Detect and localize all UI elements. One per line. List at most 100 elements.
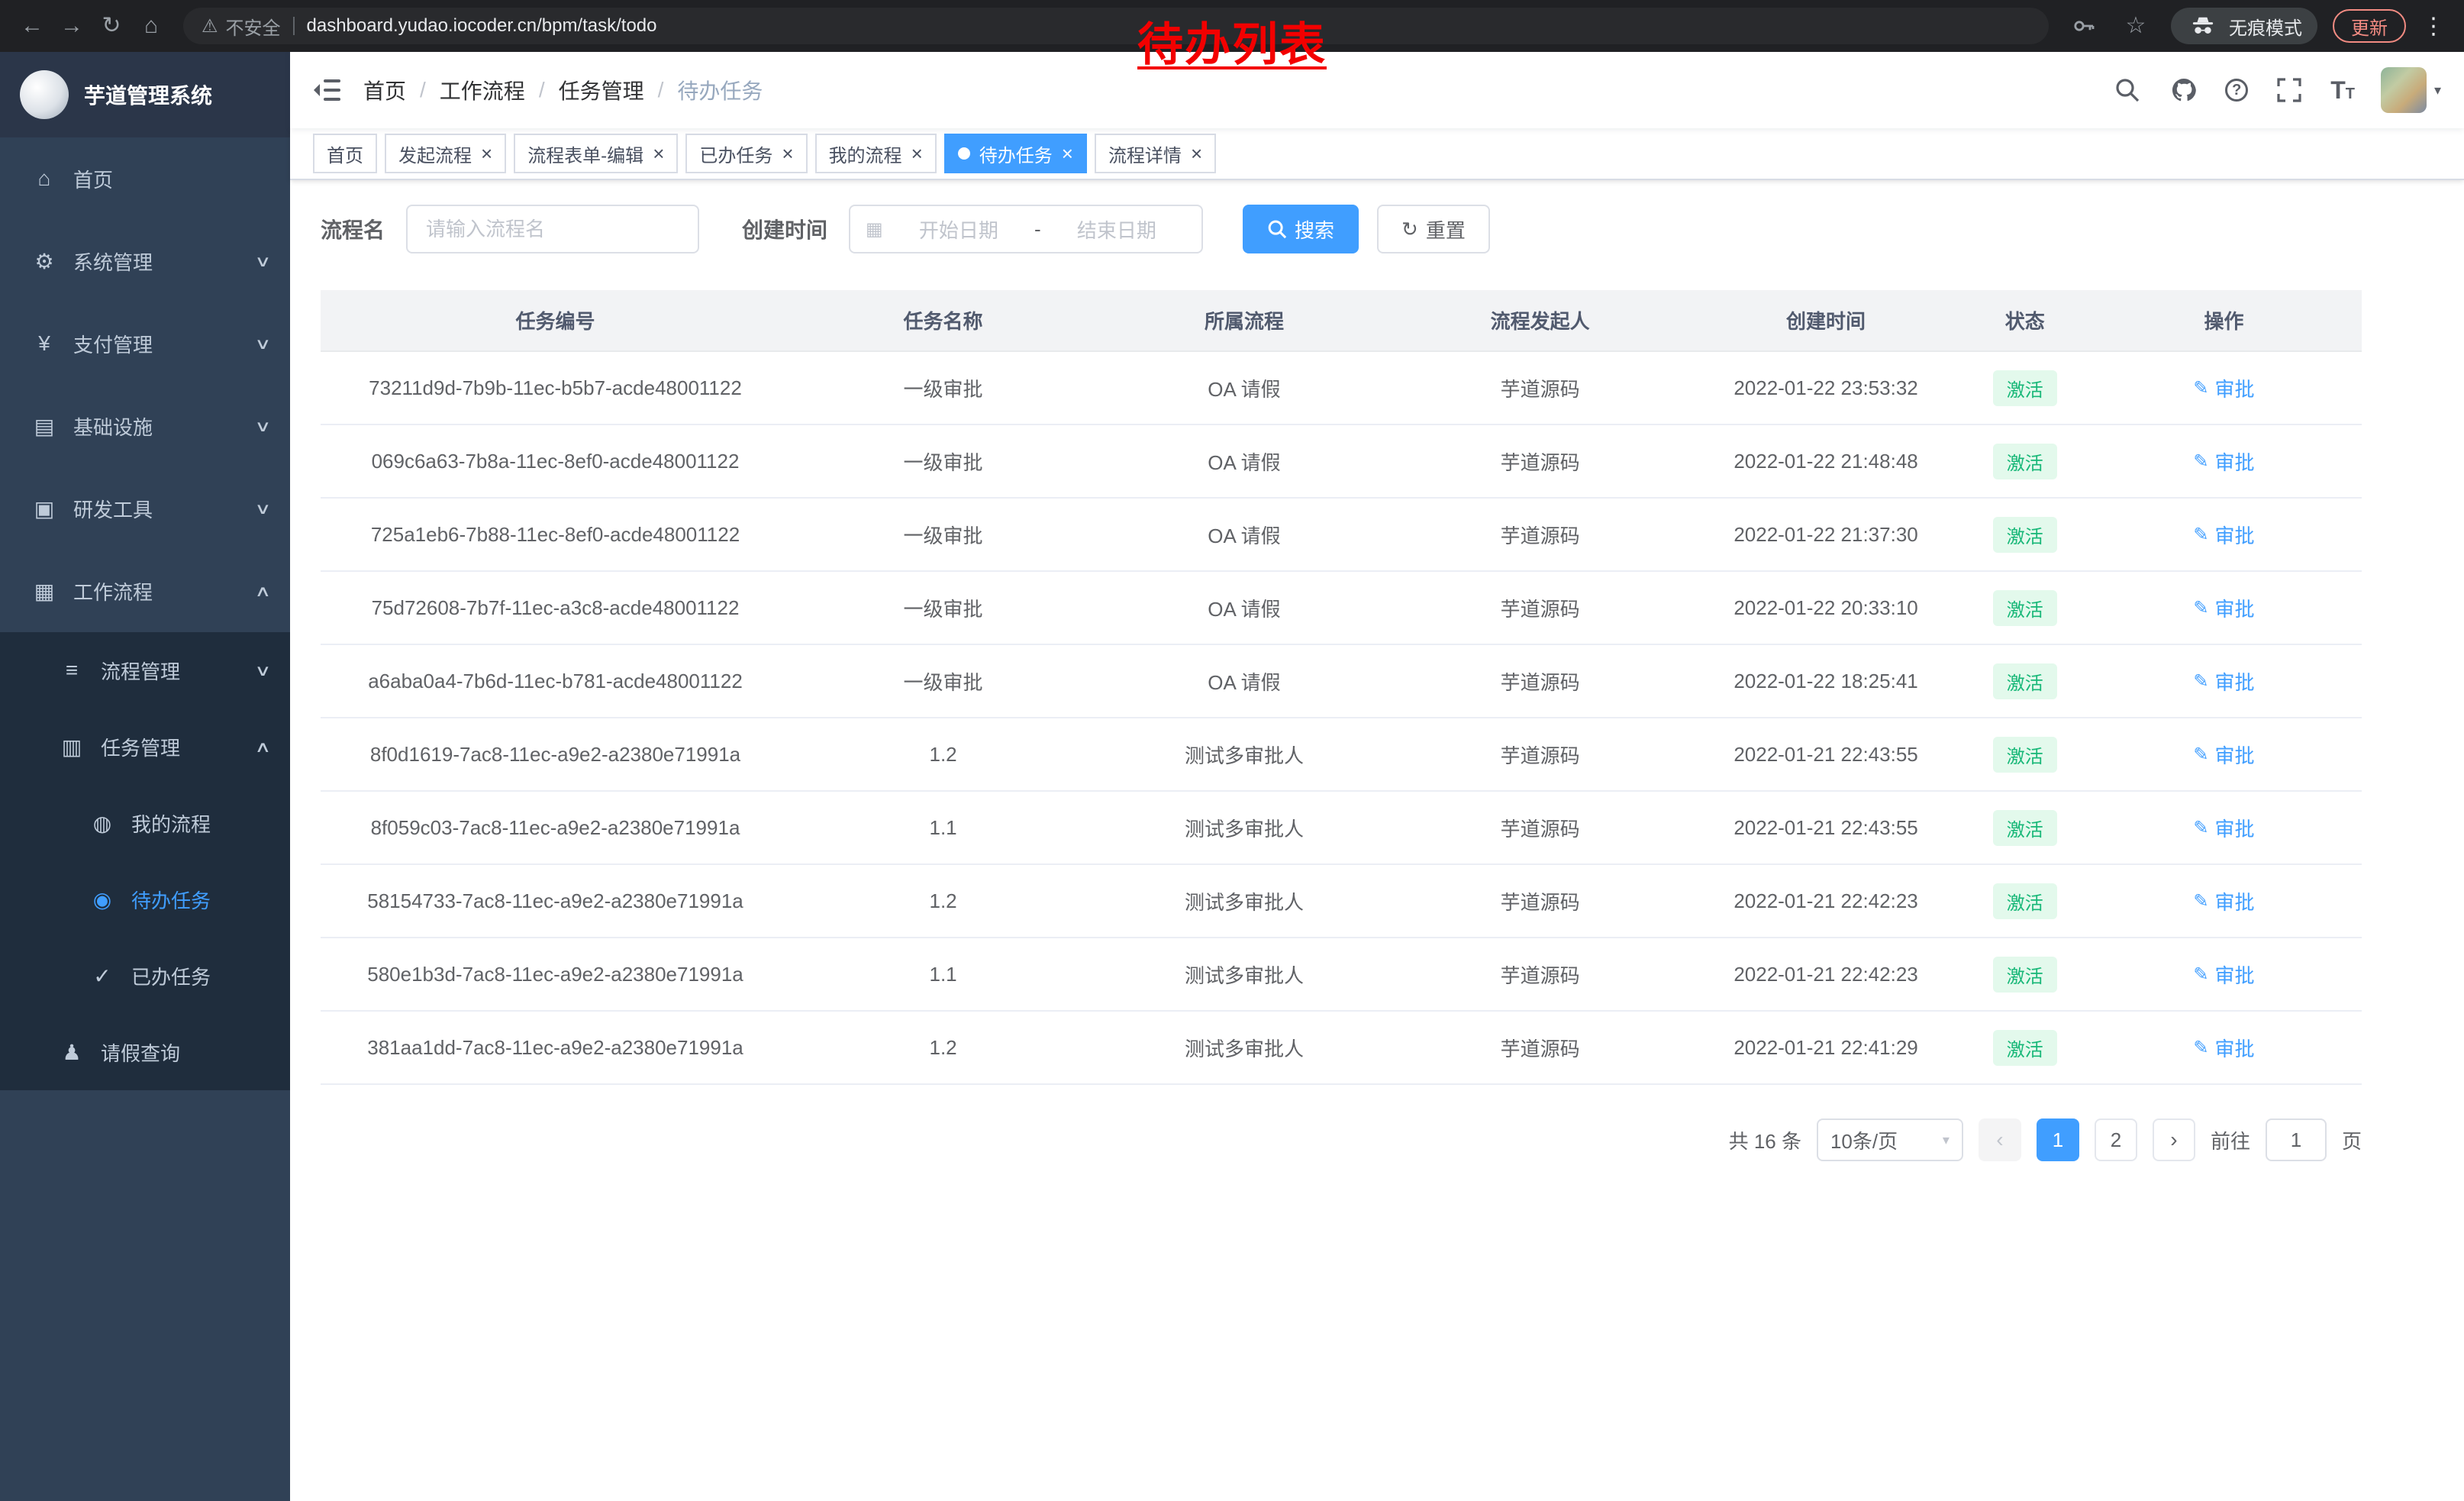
sidebar-item-task-mgmt[interactable]: ▥任务管理∧ — [0, 709, 290, 785]
sidebar-item-dev-tools[interactable]: ▣研发工具∨ — [0, 467, 290, 550]
chevron-up-icon: ∧ — [255, 582, 272, 601]
url-text: dashboard.yudao.iocoder.cn/bpm/task/todo — [307, 15, 657, 37]
sidebar-item-home[interactable]: ⌂首页 — [0, 137, 290, 220]
column-header: 流程发起人 — [1392, 290, 1688, 351]
date-range-picker[interactable]: ▦ 开始日期 - 结束日期 — [849, 205, 1203, 253]
table-row: 381aa1dd-7ac8-11ec-a9e2-a2380e71991a1.2测… — [321, 1011, 2362, 1084]
home-icon[interactable]: ⌂ — [131, 6, 171, 46]
edit-icon: ✎ — [2193, 1037, 2208, 1059]
close-icon[interactable]: × — [1191, 144, 1202, 163]
approve-label: 审批 — [2215, 1034, 2255, 1062]
approve-link[interactable]: ✎审批 — [2193, 814, 2254, 842]
approve-link[interactable]: ✎审批 — [2193, 960, 2254, 989]
approve-label: 审批 — [2215, 521, 2255, 549]
sidebar-item-payment[interactable]: ¥支付管理∨ — [0, 302, 290, 385]
status-badge: 激活 — [1993, 1030, 2057, 1066]
close-icon[interactable]: × — [481, 144, 492, 163]
app-logo[interactable]: 芋道管理系统 — [0, 52, 290, 137]
breadcrumb-item[interactable]: 首页 — [363, 75, 406, 105]
task-name-cell: 一级审批 — [790, 498, 1096, 571]
reset-button[interactable]: ↻ 重置 — [1377, 205, 1490, 253]
text-size-icon[interactable]: T — [2330, 76, 2355, 105]
status-cell: 激活 — [1964, 791, 2086, 864]
approve-link[interactable]: ✎ 审批 — [2193, 1034, 2254, 1062]
key-icon[interactable] — [2067, 9, 2101, 43]
sidebar-item-label: 支付管理 — [73, 330, 257, 358]
star-icon[interactable]: ☆ — [2116, 6, 2156, 46]
reload-icon[interactable]: ↻ — [92, 6, 131, 46]
status-cell: 激活 — [1964, 1011, 2086, 1084]
close-icon[interactable]: × — [911, 144, 923, 163]
starter-cell: 芋道源码 — [1392, 351, 1688, 424]
sidebar-toggle-icon[interactable] — [290, 52, 363, 128]
github-icon[interactable] — [2169, 75, 2199, 105]
action-cell: ✎审批 — [2086, 498, 2362, 571]
tab-todo-task[interactable]: 待办任务× — [944, 134, 1087, 173]
chevron-down-icon: ∨ — [255, 334, 272, 353]
user-avatar[interactable]: ▾ — [2381, 67, 2441, 113]
sidebar-item-process-mgmt[interactable]: ≡流程管理∨ — [0, 632, 290, 709]
page-2[interactable]: 2 — [2095, 1118, 2137, 1161]
back-icon[interactable]: ← — [12, 6, 52, 46]
approve-link[interactable]: ✎审批 — [2193, 887, 2254, 915]
search-icon[interactable] — [2112, 75, 2143, 105]
approve-link[interactable]: ✎审批 — [2193, 521, 2254, 549]
sidebar-item-leave-query[interactable]: ♟请假查询 — [0, 1014, 290, 1090]
breadcrumb-item[interactable]: 任务管理 — [559, 75, 644, 105]
page-size-select[interactable]: 10条/页 ▾ — [1817, 1118, 1963, 1161]
process-cell: 测试多审批人 — [1096, 938, 1392, 1011]
action-cell: ✎审批 — [2086, 571, 2362, 644]
task-name-cell: 1.2 — [790, 864, 1096, 938]
column-header: 所属流程 — [1096, 290, 1392, 351]
address-bar[interactable]: ⚠ 不安全 dashboard.yudao.iocoder.cn/bpm/tas… — [183, 8, 2049, 44]
edit-icon: ✎ — [2193, 744, 2208, 766]
tab-start-process[interactable]: 发起流程× — [385, 134, 506, 173]
sidebar-item-my-process[interactable]: ◍我的流程 — [0, 785, 290, 861]
prev-page-button[interactable]: ‹ — [1979, 1118, 2021, 1161]
more-menu-icon[interactable]: ⋮ — [2421, 13, 2446, 40]
help-icon[interactable]: ? — [2225, 79, 2248, 102]
breadcrumb-item[interactable]: 工作流程 — [440, 75, 525, 105]
tab-home[interactable]: 首页 — [313, 134, 377, 173]
sidebar-item-system[interactable]: ⚙系统管理∨ — [0, 220, 290, 302]
chevron-down-icon: ∨ — [255, 417, 272, 436]
approve-link[interactable]: ✎审批 — [2193, 447, 2254, 476]
table-row: 725a1eb6-7b88-11ec-8ef0-acde48001122一级审批… — [321, 498, 2362, 571]
tab-process-form-edit[interactable]: 流程表单-编辑 × — [514, 134, 678, 173]
filter-bar: 流程名 创建时间 ▦ 开始日期 - 结束日期 搜索 — [321, 205, 2433, 253]
column-header: 状态 — [1964, 290, 2086, 351]
fullscreen-icon[interactable] — [2274, 75, 2304, 105]
sidebar-item-done-task[interactable]: ✓已办任务 — [0, 938, 290, 1014]
edit-icon: ✎ — [2193, 450, 2208, 473]
goto-page-input[interactable] — [2266, 1118, 2327, 1161]
approve-link[interactable]: ✎审批 — [2193, 741, 2254, 769]
approve-label: 审批 — [2215, 667, 2255, 696]
approve-link[interactable]: ✎审批 — [2193, 594, 2254, 622]
column-header: 创建时间 — [1688, 290, 1964, 351]
breadcrumb-item: 待办任务 — [677, 75, 763, 105]
approve-link[interactable]: ✎审批 — [2193, 667, 2254, 696]
tab-done-task[interactable]: 已办任务× — [685, 134, 807, 173]
end-date-placeholder: 结束日期 — [1047, 215, 1186, 244]
starter-cell: 芋道源码 — [1392, 1011, 1688, 1084]
column-header: 操作 — [2086, 290, 2362, 351]
tab-label: 流程表单-编辑 — [527, 140, 643, 167]
forward-icon[interactable]: → — [52, 6, 92, 46]
sidebar-item-workflow[interactable]: ▦工作流程∧ — [0, 550, 290, 632]
tab-my-process[interactable]: 我的流程 × — [815, 134, 937, 173]
task-table: 任务编号任务名称所属流程流程发起人创建时间状态操作 73211d9d-7b9b-… — [321, 290, 2362, 1085]
next-page-button[interactable]: › — [2153, 1118, 2195, 1161]
close-icon[interactable]: × — [782, 144, 793, 163]
incognito-label: 无痕模式 — [2229, 13, 2302, 40]
search-button[interactable]: 搜索 — [1243, 205, 1359, 253]
process-name-input[interactable] — [406, 205, 699, 253]
tab-label: 我的流程 — [829, 140, 902, 167]
page-1[interactable]: 1 — [2037, 1118, 2079, 1161]
sidebar-item-infrastructure[interactable]: ▤基础设施∨ — [0, 385, 290, 467]
update-button[interactable]: 更新 — [2333, 9, 2406, 43]
tab-process-detail[interactable]: 流程详情× — [1095, 134, 1216, 173]
close-icon[interactable]: × — [653, 144, 664, 163]
close-icon[interactable]: × — [1062, 144, 1073, 163]
sidebar-item-todo-task[interactable]: ◉待办任务 — [0, 861, 290, 938]
approve-link[interactable]: ✎审批 — [2193, 374, 2254, 402]
